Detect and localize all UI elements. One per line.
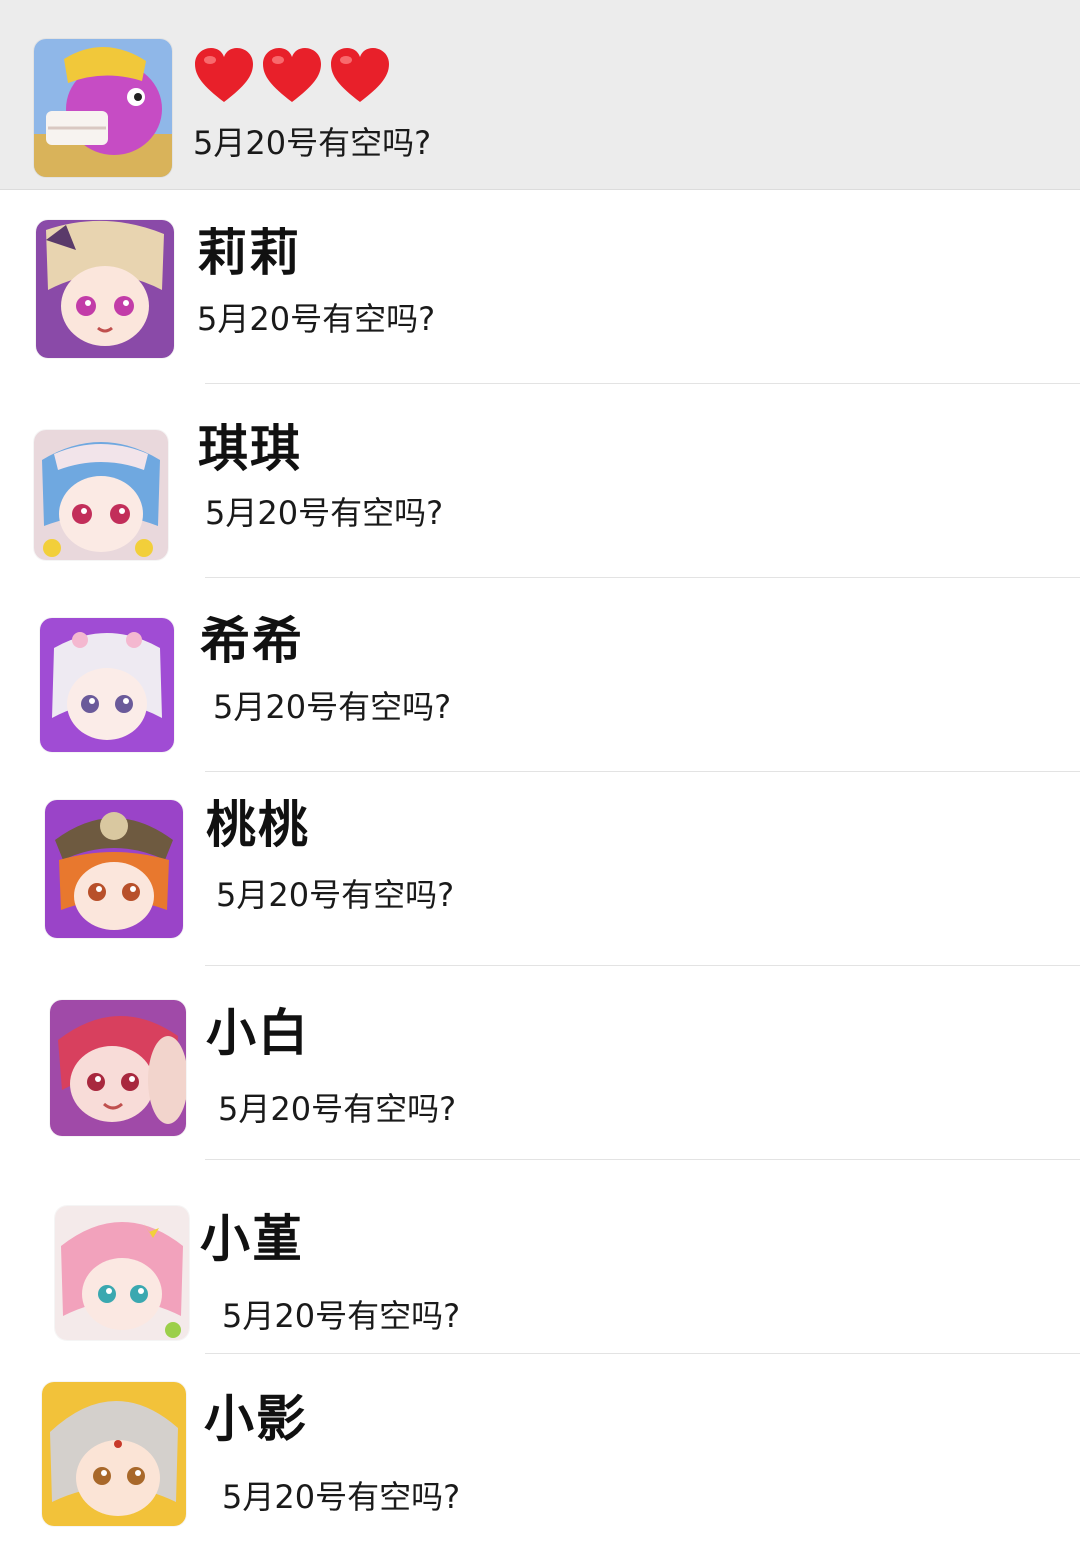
title-hearts [193, 46, 391, 104]
message-preview: 5月20号有空吗? [216, 876, 455, 914]
avatar[interactable] [55, 1206, 189, 1340]
chat-row-lili[interactable]: 莉莉 5月20号有空吗? [0, 190, 1080, 383]
chat-row-taotao[interactable]: 桃桃 5月20号有空吗? [0, 772, 1080, 965]
avatar[interactable] [42, 1382, 186, 1526]
chat-row-xixi[interactable]: 希希 5月20号有空吗? [0, 578, 1080, 771]
heart-icon [331, 48, 389, 102]
chat-row-xiaojin[interactable]: 小堇 5月20号有空吗? [0, 1160, 1080, 1353]
chat-row-pinned[interactable]: 5月20号有空吗? [0, 0, 1080, 189]
message-preview: 5月20号有空吗? [193, 124, 432, 162]
heart-icon [263, 48, 321, 102]
chat-list: 5月20号有空吗? 莉莉 5月20号有空吗? 琪琪 5月20号有空吗? 希希 5… [0, 0, 1080, 1545]
heart-icon [195, 48, 253, 102]
contact-name: 小堇 [200, 1210, 304, 1268]
avatar[interactable] [34, 39, 172, 177]
avatar[interactable] [50, 1000, 186, 1136]
contact-name: 希希 [200, 612, 304, 670]
message-preview: 5月20号有空吗? [222, 1297, 461, 1335]
contact-name: 小白 [206, 1004, 310, 1062]
chat-row-xiaoying[interactable]: 小影 5月20号有空吗? [0, 1354, 1080, 1545]
message-preview: 5月20号有空吗? [218, 1090, 457, 1128]
avatar[interactable] [36, 220, 174, 358]
contact-name: 莉莉 [197, 224, 301, 282]
contact-name: 桃桃 [206, 796, 310, 854]
avatar[interactable] [34, 430, 168, 560]
chat-row-xiaobai[interactable]: 小白 5月20号有空吗? [0, 966, 1080, 1159]
contact-name: 琪琪 [198, 420, 302, 478]
avatar[interactable] [40, 618, 174, 752]
message-preview: 5月20号有空吗? [222, 1478, 461, 1516]
message-preview: 5月20号有空吗? [205, 494, 444, 532]
contact-name: 小影 [204, 1390, 308, 1448]
avatar[interactable] [45, 800, 183, 938]
message-preview: 5月20号有空吗? [197, 300, 436, 338]
chat-row-qiqi[interactable]: 琪琪 5月20号有空吗? [0, 384, 1080, 577]
message-preview: 5月20号有空吗? [213, 688, 452, 726]
